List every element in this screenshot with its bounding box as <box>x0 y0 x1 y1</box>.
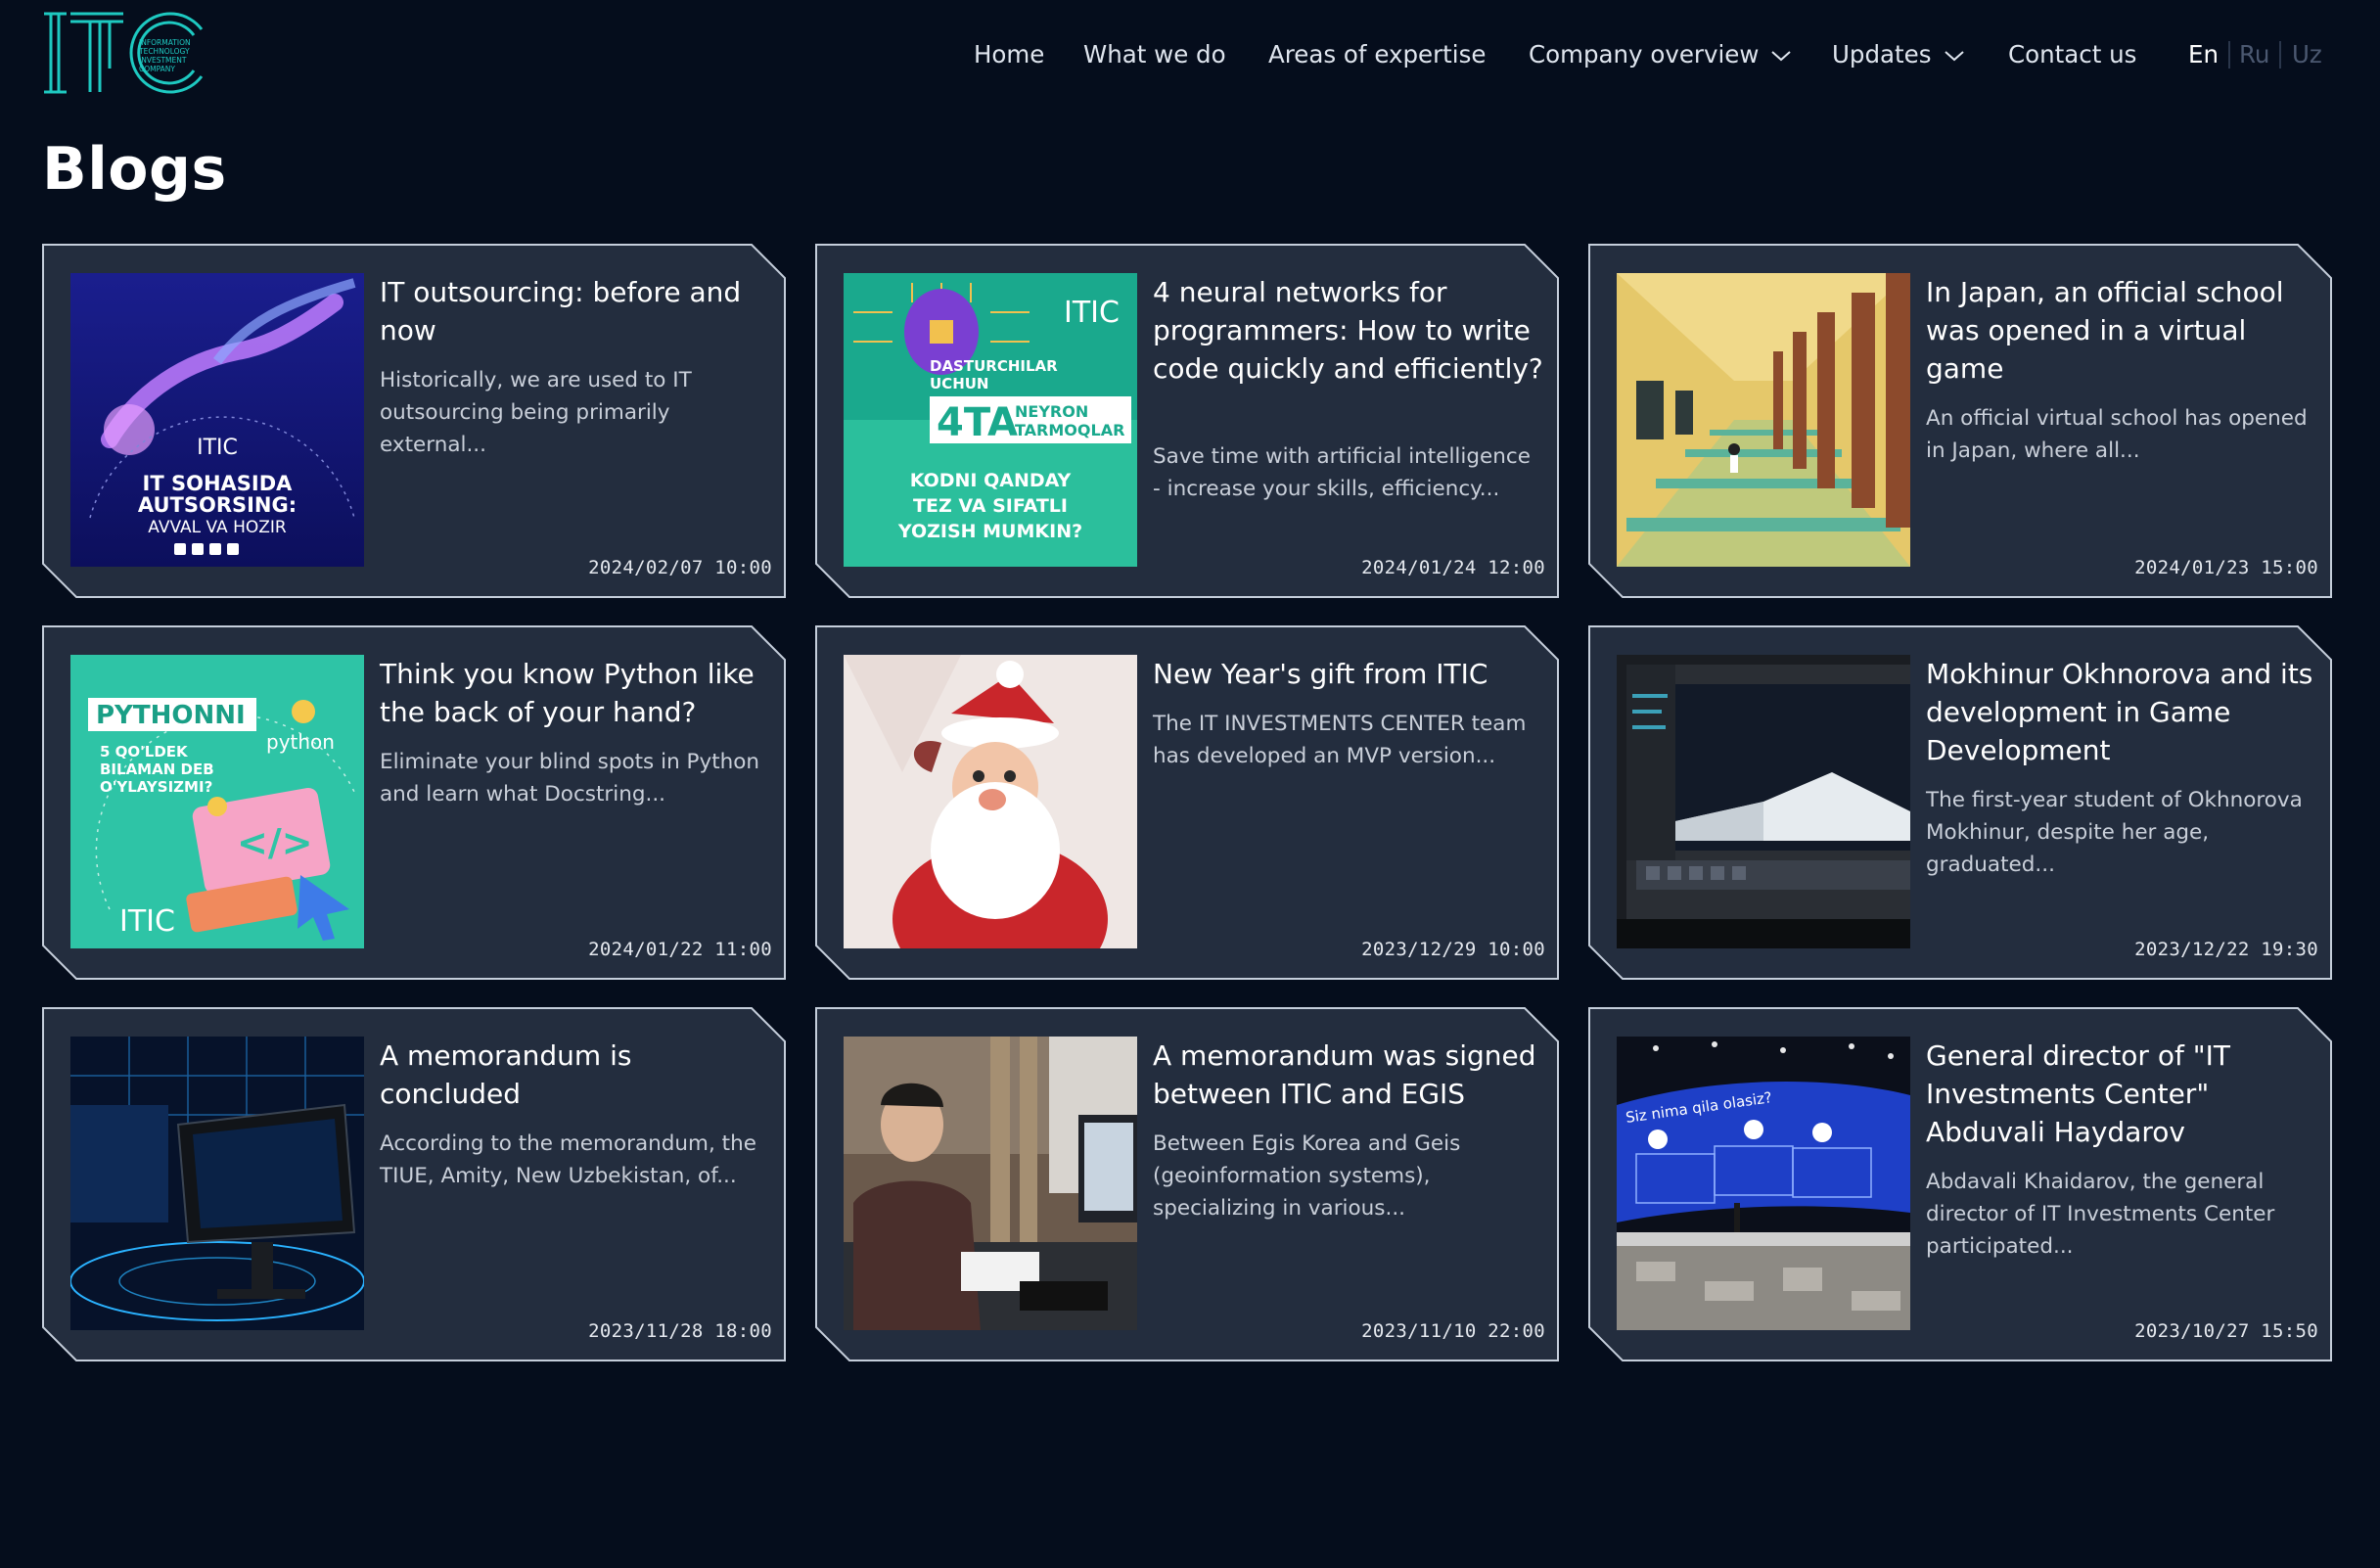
svg-text:O'YLAYSIZMI?: O'YLAYSIZMI? <box>100 778 212 796</box>
svg-text:ITIC: ITIC <box>1064 296 1120 330</box>
language-divider <box>2279 41 2281 69</box>
svg-text:NEYRON: NEYRON <box>1015 402 1088 421</box>
svg-text:DASTURCHILAR: DASTURCHILAR <box>930 357 1058 375</box>
blog-excerpt: Historically, we are used to IT outsourc… <box>380 368 692 457</box>
blog-card[interactable]: Mokhinur Okhnorova and its development i… <box>1588 625 2332 980</box>
blog-card[interactable]: A memorandum was signed between ITIC and… <box>815 1007 1559 1361</box>
blog-date: 2023/12/22 19:30 <box>2134 939 2318 960</box>
blog-thumbnail: ITIC IT SOHASIDA AUTSORSING: AVVAL VA HO… <box>70 273 364 567</box>
blog-date: 2024/01/22 11:00 <box>588 939 772 960</box>
blog-excerpt: According to the memorandum, the TIUE, A… <box>380 1131 756 1188</box>
blog-excerpt: Abdavali Khaidarov, the general director… <box>1926 1170 2275 1259</box>
svg-text:ITIC: ITIC <box>197 436 238 460</box>
blog-excerpt: Eliminate your blind spots in Python and… <box>380 750 760 807</box>
main-nav: Home What we do Areas of expertise Compa… <box>0 33 2380 76</box>
blog-title: General director of "IT Investments Cent… <box>1926 1039 2230 1148</box>
svg-text:AUTSORSING:: AUTSORSING: <box>138 493 297 517</box>
blog-thumbnail: ITIC DASTURCHILAR UCHUN 4TA NEYRON TARMO… <box>844 273 1137 567</box>
language-en[interactable]: En <box>2188 33 2219 76</box>
blog-title: IT outsourcing: before and now <box>380 276 742 346</box>
blog-date: 2024/02/07 10:00 <box>588 557 772 578</box>
language-uz[interactable]: Uz <box>2292 33 2322 76</box>
blog-excerpt: Between Egis Korea and Geis (geoinformat… <box>1153 1131 1461 1221</box>
blog-excerpt: The IT INVESTMENTS CENTER team has devel… <box>1153 712 1527 768</box>
page-title: Blogs <box>42 135 227 204</box>
chevron-down-icon <box>1771 51 1792 62</box>
svg-text:ITIC: ITIC <box>119 904 175 939</box>
language-ru[interactable]: Ru <box>2239 33 2269 76</box>
blog-card[interactable]: Siz nima qila olasiz? General director o… <box>1588 1007 2332 1361</box>
blog-thumbnail: Siz nima qila olasiz? <box>1617 1037 1910 1330</box>
svg-text:KODNI QANDAY: KODNI QANDAY <box>910 470 1072 491</box>
nav-contact-us[interactable]: Contact us <box>2008 33 2136 76</box>
svg-text:TARMOQLAR: TARMOQLAR <box>1015 421 1124 439</box>
blog-card[interactable]: PYTHONNI 5 QO'LDEK BILAMAN DEB O'YLAYSIZ… <box>42 625 786 980</box>
blog-card[interactable]: A memorandum is concluded According to t… <box>42 1007 786 1361</box>
nav-home[interactable]: Home <box>974 33 1044 76</box>
svg-text:TEZ VA SIFATLI: TEZ VA SIFATLI <box>913 495 1068 517</box>
blog-card[interactable]: In Japan, an official school was opened … <box>1588 244 2332 598</box>
blog-title: Think you know Python like the back of y… <box>380 658 755 728</box>
svg-text:AVVAL VA HOZIR: AVVAL VA HOZIR <box>148 518 287 537</box>
blog-title: Mokhinur Okhnorova and its development i… <box>1926 658 2313 766</box>
blog-date: 2024/01/24 12:00 <box>1361 557 1545 578</box>
svg-text:python: python <box>266 730 335 754</box>
blog-excerpt: The first-year student of Okhnorova Mokh… <box>1926 788 2303 877</box>
blog-card[interactable]: ITIC IT SOHASIDA AUTSORSING: AVVAL VA HO… <box>42 244 786 598</box>
blog-thumbnail <box>1617 655 1910 948</box>
chevron-down-icon <box>1944 51 1964 62</box>
svg-text:4TA: 4TA <box>937 400 1018 445</box>
blog-thumbnail <box>844 1037 1137 1330</box>
svg-text:BILAMAN DEB: BILAMAN DEB <box>100 761 214 778</box>
language-divider <box>2228 41 2230 69</box>
blog-date: 2023/12/29 10:00 <box>1361 939 1545 960</box>
svg-text:IT SOHASIDA: IT SOHASIDA <box>143 472 294 495</box>
blog-thumbnail <box>844 655 1137 948</box>
nav-company-overview-label: Company overview <box>1529 40 1760 69</box>
blog-thumbnail <box>70 1037 364 1330</box>
blog-title: A memorandum was signed between ITIC and… <box>1153 1039 1536 1110</box>
blog-excerpt: Save time with artificial intelligence -… <box>1153 444 1531 501</box>
blog-thumbnail: PYTHONNI 5 QO'LDEK BILAMAN DEB O'YLAYSIZ… <box>70 655 364 948</box>
nav-updates-label: Updates <box>1832 40 1932 69</box>
blog-date: 2023/11/10 22:00 <box>1361 1320 1545 1342</box>
blog-date: 2023/10/27 15:50 <box>2134 1320 2318 1342</box>
blog-title: In Japan, an official school was opened … <box>1926 276 2284 385</box>
svg-text:5 QO'LDEK: 5 QO'LDEK <box>100 743 189 761</box>
nav-areas-of-expertise[interactable]: Areas of expertise <box>1268 33 1486 76</box>
blog-title: New Year's gift from ITIC <box>1153 658 1488 690</box>
nav-company-overview[interactable]: Company overview <box>1529 33 1792 76</box>
blog-thumbnail <box>1617 273 1910 567</box>
nav-what-we-do[interactable]: What we do <box>1083 33 1226 76</box>
blog-title: A memorandum is concluded <box>380 1039 632 1110</box>
svg-text:PYTHONNI: PYTHONNI <box>96 701 246 730</box>
blog-date: 2023/11/28 18:00 <box>588 1320 772 1342</box>
blog-title: 4 neural networks for programmers: How t… <box>1153 276 1543 385</box>
blog-excerpt: An official virtual school has opened in… <box>1926 406 2308 463</box>
nav-updates[interactable]: Updates <box>1832 33 1965 76</box>
svg-text:UCHUN: UCHUN <box>930 375 988 392</box>
svg-text:</>: </> <box>237 821 313 864</box>
blog-card[interactable]: ITIC DASTURCHILAR UCHUN 4TA NEYRON TARMO… <box>815 244 1559 598</box>
blog-card[interactable]: New Year's gift from ITIC The IT INVESTM… <box>815 625 1559 980</box>
svg-text:YOZISH MUMKIN?: YOZISH MUMKIN? <box>897 521 1082 542</box>
blog-date: 2024/01/23 15:00 <box>2134 557 2318 578</box>
